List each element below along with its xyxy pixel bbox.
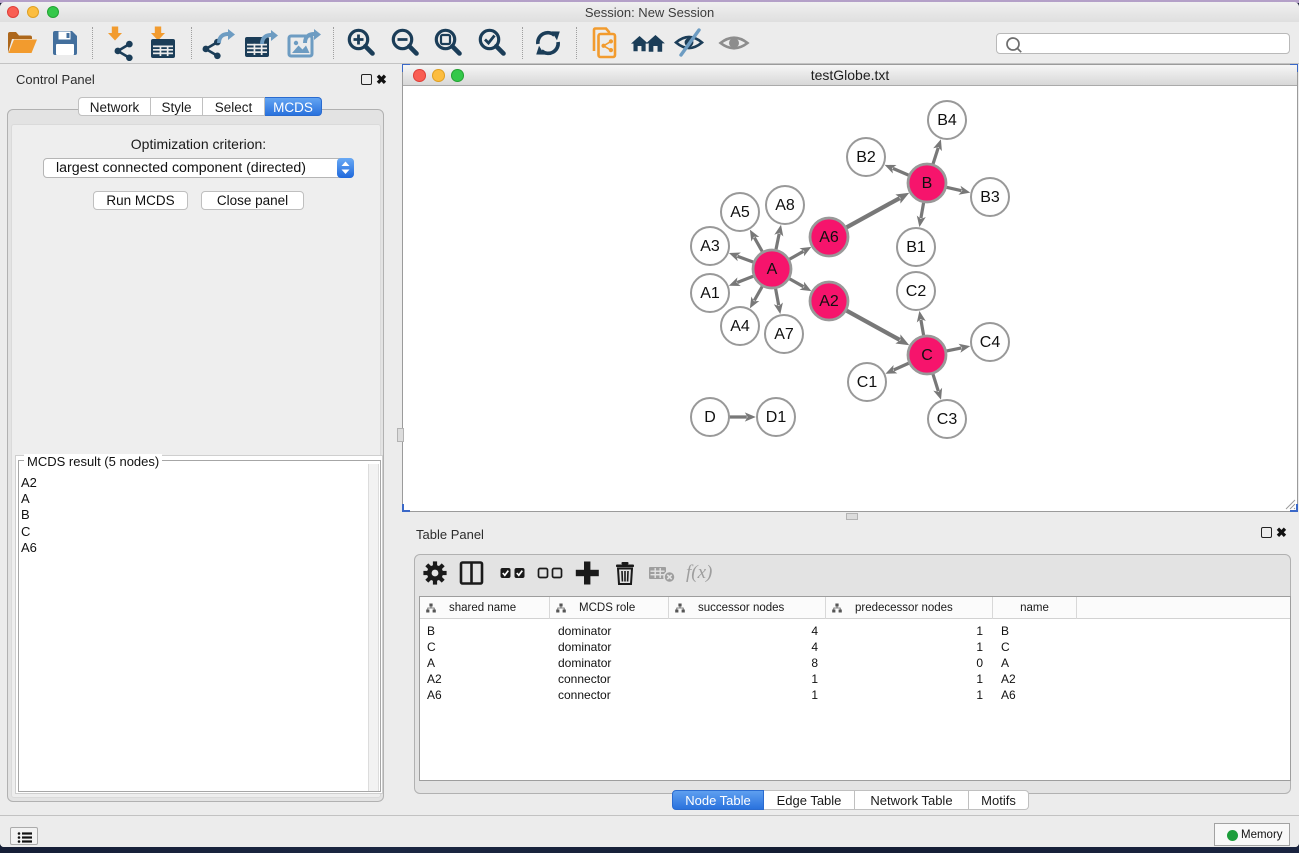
svg-text:B4: B4 <box>937 112 957 129</box>
svg-text:A5: A5 <box>730 204 750 221</box>
svg-text:C: C <box>921 347 933 364</box>
svg-text:B1: B1 <box>906 239 926 256</box>
svg-text:C1: C1 <box>857 374 878 391</box>
svg-text:A3: A3 <box>700 238 720 255</box>
svg-text:A6: A6 <box>819 229 839 246</box>
svg-text:A4: A4 <box>730 318 750 335</box>
svg-text:D1: D1 <box>766 409 787 426</box>
svg-text:A: A <box>767 261 778 278</box>
svg-text:C2: C2 <box>906 283 927 300</box>
svg-text:A2: A2 <box>819 293 839 310</box>
svg-text:B: B <box>922 175 933 192</box>
svg-text:C3: C3 <box>937 411 958 428</box>
svg-text:A7: A7 <box>774 326 794 343</box>
svg-text:C4: C4 <box>980 334 1001 351</box>
svg-text:B2: B2 <box>856 149 876 166</box>
svg-text:A8: A8 <box>775 197 795 214</box>
svg-text:D: D <box>704 409 716 426</box>
svg-text:A1: A1 <box>700 285 720 302</box>
svg-text:B3: B3 <box>980 189 1000 206</box>
